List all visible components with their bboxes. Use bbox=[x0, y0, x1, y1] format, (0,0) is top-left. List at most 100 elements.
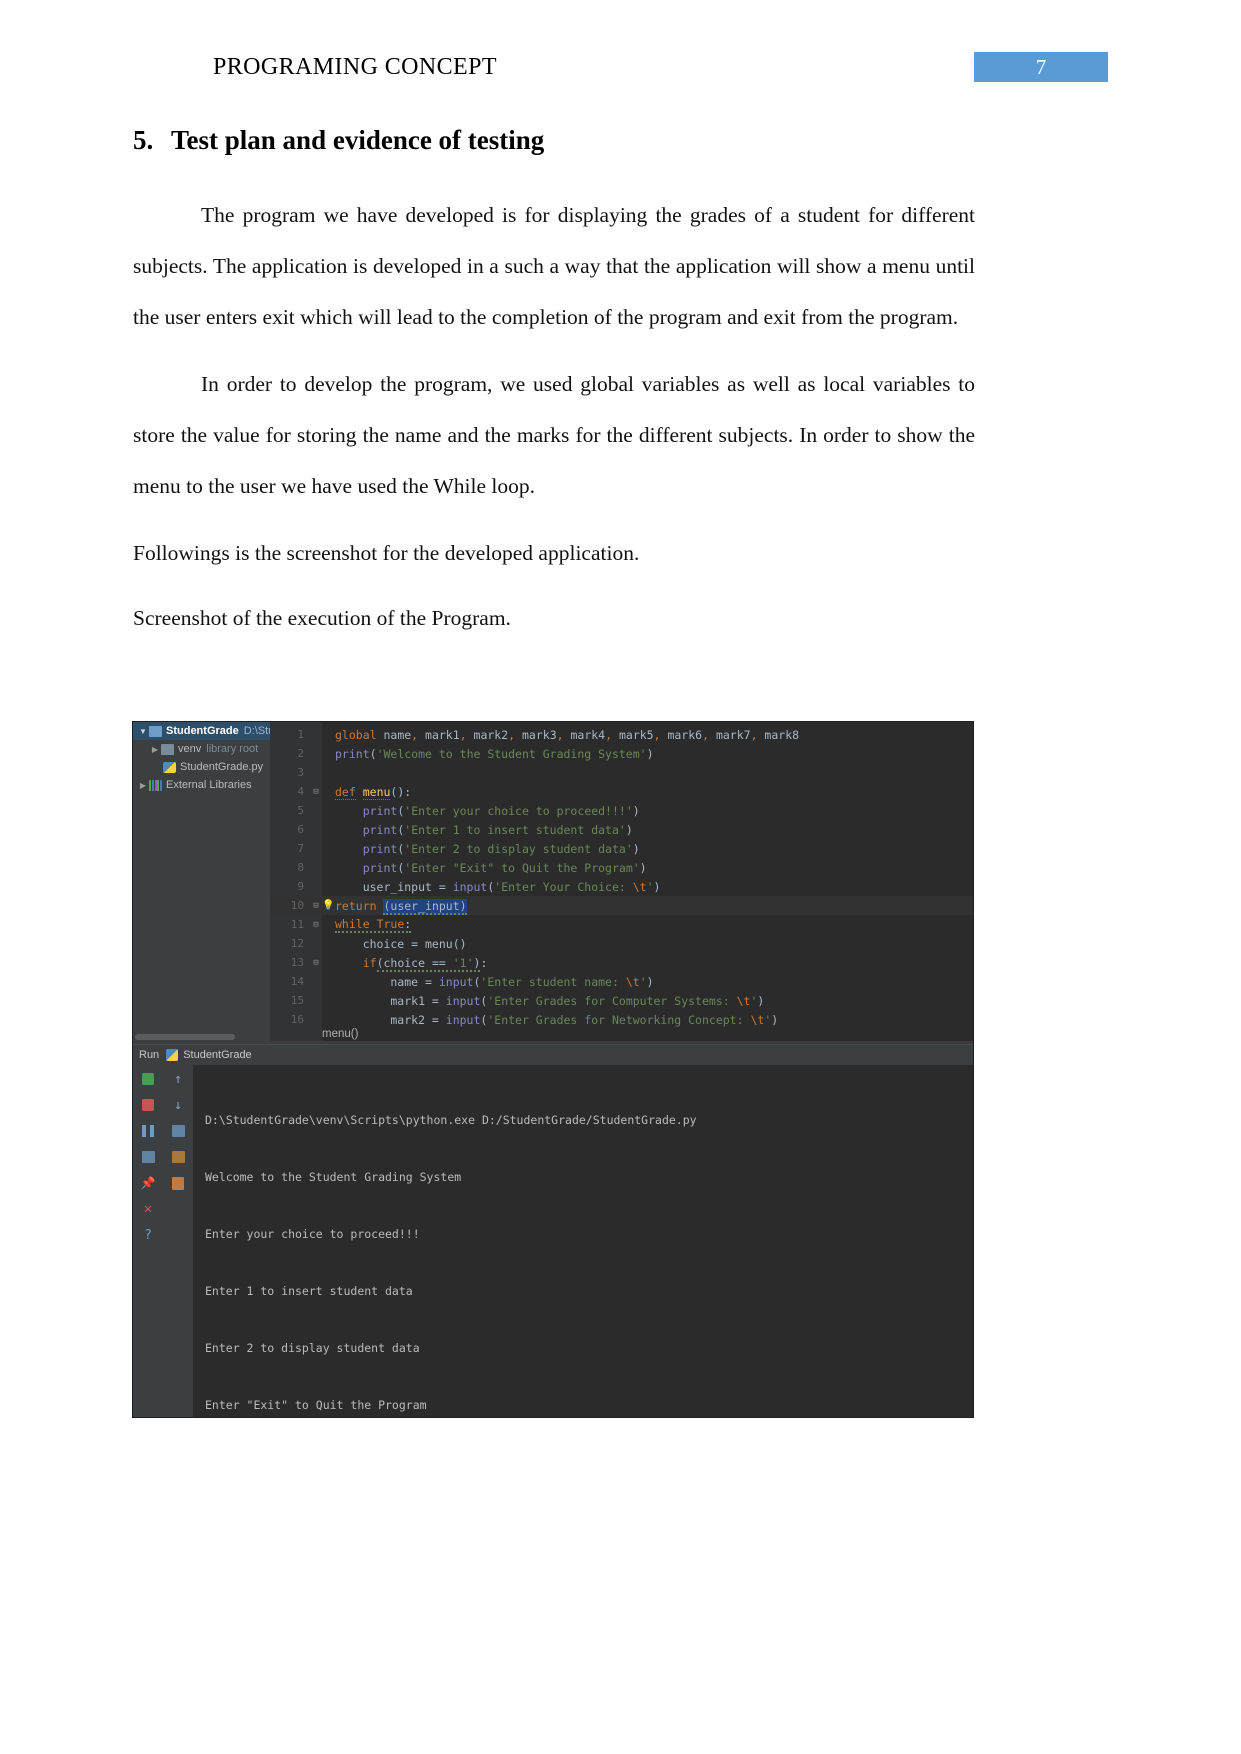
ide-top-split: ▼ StudentGrade D:\Stu ▶ venv library roo… bbox=[133, 722, 973, 1044]
tree-item-studentgrade-py[interactable]: StudentGrade.py bbox=[133, 758, 270, 776]
fold-column[interactable]: ⊟ bbox=[310, 787, 322, 797]
scroll-up-icon[interactable]: ↑ bbox=[169, 1070, 187, 1088]
code-text: print('Enter your choice to proceed!!!') bbox=[362, 803, 640, 818]
tree-item-external-libraries[interactable]: ▶ External Libraries bbox=[133, 776, 270, 794]
soft-wrap-icon[interactable] bbox=[169, 1122, 187, 1140]
run-tab-label[interactable]: Run bbox=[139, 1049, 159, 1061]
line-followings: Followings is the screenshot for the dev… bbox=[133, 541, 640, 565]
project-tree-pane[interactable]: ▼ StudentGrade D:\Stu ▶ venv library roo… bbox=[133, 722, 270, 1044]
line-number: 2 bbox=[297, 747, 304, 760]
line-number: 13 bbox=[290, 956, 304, 969]
page-number-badge: 7 bbox=[974, 52, 1108, 82]
editor-horizontal-scrollbar[interactable] bbox=[270, 1041, 973, 1044]
code-line: 7 print('Enter 2 to display student data… bbox=[270, 839, 973, 858]
code-text: while True: bbox=[335, 916, 412, 933]
print-icon[interactable] bbox=[139, 1148, 157, 1166]
project-pane-scrollbar[interactable] bbox=[135, 1034, 235, 1040]
tree-item-label: External Libraries bbox=[166, 779, 252, 791]
console-line: Welcome to the Student Grading System bbox=[205, 1170, 462, 1184]
chevron-right-icon[interactable]: ▶ bbox=[137, 781, 149, 790]
chevron-right-icon[interactable]: ▶ bbox=[149, 745, 161, 754]
line-screenshot-caption: Screenshot of the execution of the Progr… bbox=[133, 606, 511, 630]
fold-column[interactable]: ⊟ bbox=[310, 901, 322, 911]
line-number: 4 bbox=[297, 785, 304, 798]
document-header-title: PROGRAMING CONCEPT bbox=[213, 54, 497, 80]
line-number: 14 bbox=[290, 975, 304, 988]
fold-column[interactable]: ⊟ bbox=[310, 958, 322, 968]
python-file-icon bbox=[163, 761, 176, 773]
rerun-icon[interactable] bbox=[139, 1070, 157, 1088]
code-line: 6 print('Enter 1 to insert student data'… bbox=[270, 820, 973, 839]
code-line: 4 ⊟ def menu(): bbox=[270, 782, 973, 801]
code-line: 13 ⊟ if(choice == '1'): bbox=[270, 953, 973, 972]
code-line: 11 ⊟ while True: bbox=[270, 915, 973, 934]
tree-item-label: StudentGrade bbox=[166, 725, 239, 737]
code-line-current: 10 ⊟ 💡 return (user_input) bbox=[270, 896, 973, 915]
run-configuration-name[interactable]: StudentGrade bbox=[183, 1049, 252, 1061]
code-line: 16 mark2 = input('Enter Grades for Netwo… bbox=[270, 1010, 973, 1029]
code-text: print('Enter 1 to insert student data') bbox=[362, 822, 633, 837]
code-text: name = input('Enter student name: \t') bbox=[335, 974, 654, 989]
line-number: 9 bbox=[297, 880, 304, 893]
tree-item-venv[interactable]: ▶ venv library root bbox=[133, 740, 270, 758]
intention-bulb-icon[interactable]: 💡 bbox=[322, 900, 335, 911]
libraries-icon bbox=[149, 779, 162, 791]
code-line: 8 print('Enter "Exit" to Quit the Progra… bbox=[270, 858, 973, 877]
editor-breadcrumb[interactable]: menu() bbox=[322, 1028, 358, 1040]
close-icon[interactable]: ✕ bbox=[139, 1200, 157, 1218]
section-number: 5. bbox=[133, 125, 154, 155]
stop-icon[interactable] bbox=[139, 1096, 157, 1114]
document-body: 5. Test plan and evidence of testing The… bbox=[133, 125, 975, 658]
line-number: 3 bbox=[297, 766, 304, 779]
line-number: 6 bbox=[297, 823, 304, 836]
code-line: 2 print('Welcome to the Student Grading … bbox=[270, 744, 973, 763]
run-toolbar-primary[interactable]: 📌 ✕ ? bbox=[133, 1065, 163, 1417]
clear-all-icon[interactable] bbox=[169, 1174, 187, 1192]
console-line: Enter 2 to display student data bbox=[205, 1341, 420, 1355]
run-toolbar-secondary[interactable]: ↑ ↓ bbox=[163, 1065, 193, 1417]
code-line: 3 bbox=[270, 763, 973, 782]
line-number: 8 bbox=[297, 861, 304, 874]
console-line: Enter "Exit" to Quit the Program bbox=[205, 1398, 427, 1412]
code-editor-pane[interactable]: 1 global name, mark1, mark2, mark3, mark… bbox=[270, 722, 973, 1044]
line-number: 12 bbox=[290, 937, 304, 950]
page-number-text: 7 bbox=[1035, 54, 1047, 79]
ide-screenshot: ▼ StudentGrade D:\Stu ▶ venv library roo… bbox=[133, 722, 973, 1417]
code-text: print('Enter 2 to display student data') bbox=[362, 841, 640, 856]
section-heading: 5. Test plan and evidence of testing bbox=[133, 125, 975, 156]
line-number: 10 bbox=[290, 899, 304, 912]
code-text: user_input = input('Enter Your Choice: \… bbox=[335, 879, 661, 894]
code-text: print('Enter "Exit" to Quit the Program'… bbox=[362, 860, 647, 875]
code-area[interactable]: 1 global name, mark1, mark2, mark3, mark… bbox=[270, 722, 973, 1029]
line-number: 5 bbox=[297, 804, 304, 817]
code-text: mark2 = input('Enter Grades for Networki… bbox=[335, 1012, 779, 1027]
pause-icon[interactable] bbox=[139, 1122, 157, 1140]
code-line: 12 choice = menu() bbox=[270, 934, 973, 953]
run-tool-window: 📌 ✕ ? ↑ ↓ D:\StudentGrade\venv\Scripts\p… bbox=[133, 1065, 973, 1417]
help-icon[interactable]: ? bbox=[139, 1226, 157, 1244]
print-output-icon[interactable] bbox=[169, 1148, 187, 1166]
code-text: global name, mark1, mark2, mark3, mark4,… bbox=[335, 727, 800, 742]
pin-tab-icon[interactable]: 📌 bbox=[139, 1174, 157, 1192]
tree-item-studentgrade[interactable]: ▼ StudentGrade D:\Stu bbox=[133, 722, 270, 740]
section-title: Test plan and evidence of testing bbox=[171, 125, 545, 155]
fold-column[interactable]: ⊟ bbox=[310, 920, 322, 930]
tree-item-label: venv bbox=[178, 743, 202, 755]
python-logo-icon bbox=[166, 1049, 179, 1061]
line-number: 16 bbox=[290, 1013, 304, 1026]
console-line: D:\StudentGrade\venv\Scripts\python.exe … bbox=[205, 1113, 697, 1127]
tree-item-path: D:\Stu bbox=[243, 725, 270, 737]
console-line: Enter your choice to proceed!!! bbox=[205, 1227, 420, 1241]
code-line: 14 name = input('Enter student name: \t'… bbox=[270, 972, 973, 991]
line-number: 11 bbox=[290, 918, 304, 931]
code-line: 5 print('Enter your choice to proceed!!!… bbox=[270, 801, 973, 820]
paragraph-2: In order to develop the program, we used… bbox=[133, 372, 975, 498]
code-text: if(choice == '1'): bbox=[362, 955, 488, 972]
run-tool-window-tab-bar[interactable]: Run StudentGrade bbox=[133, 1044, 973, 1065]
scroll-down-icon[interactable]: ↓ bbox=[169, 1096, 187, 1114]
folder-icon bbox=[149, 725, 162, 737]
code-text: mark1 = input('Enter Grades for Computer… bbox=[335, 993, 765, 1008]
paragraph-1: The program we have developed is for dis… bbox=[133, 203, 975, 329]
console-output[interactable]: D:\StudentGrade\venv\Scripts\python.exe … bbox=[193, 1065, 973, 1417]
chevron-down-icon[interactable]: ▼ bbox=[137, 727, 149, 736]
